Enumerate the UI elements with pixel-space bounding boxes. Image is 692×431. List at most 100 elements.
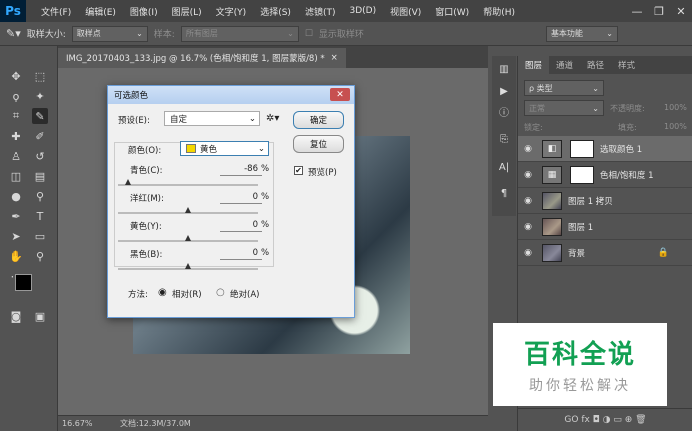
- layer-actions-bar[interactable]: GO fx ◘ ◑ ▭ ⊕ 🗑: [518, 408, 692, 430]
- slider-handle[interactable]: [185, 235, 191, 241]
- minimize-icon[interactable]: —: [626, 0, 648, 22]
- absolute-radio[interactable]: ○: [216, 287, 225, 298]
- shape-tool-icon[interactable]: ▭: [32, 228, 48, 244]
- crop-tool-icon[interactable]: ⌗: [8, 108, 24, 124]
- type-tool-icon[interactable]: T: [32, 208, 48, 224]
- layer-thumb: [542, 217, 562, 236]
- workspace-dropdown[interactable]: 基本功能 ⌄: [545, 25, 618, 42]
- eye-icon[interactable]: ◉: [518, 248, 538, 258]
- path-select-icon[interactable]: ➤: [8, 228, 24, 244]
- layer-row[interactable]: ◉ 图层 1 拷贝: [518, 188, 692, 214]
- menu-type[interactable]: 文字(Y): [209, 5, 254, 18]
- menu-filter[interactable]: 滤镜(T): [298, 5, 343, 18]
- menu-layer[interactable]: 图层(L): [165, 5, 209, 18]
- pen-tool-icon[interactable]: ✒: [8, 208, 24, 224]
- slider-handle[interactable]: [185, 263, 191, 269]
- preview-checkbox[interactable]: ✔: [294, 166, 303, 175]
- quick-mask-icon[interactable]: ◙: [8, 308, 24, 324]
- menu-window[interactable]: 窗口(W): [428, 5, 476, 18]
- slider-handle[interactable]: [124, 179, 131, 185]
- reset-button[interactable]: 复位: [293, 135, 344, 153]
- blend-mode-dropdown[interactable]: 正常 ⌄: [524, 100, 604, 116]
- eye-icon[interactable]: ◉: [518, 170, 538, 180]
- show-ring-checkbox[interactable]: ☐: [305, 29, 313, 39]
- eye-icon[interactable]: ◉: [518, 144, 538, 154]
- zoom-level[interactable]: 16.67%: [58, 419, 110, 428]
- sample-size-dropdown[interactable]: 取样点 ⌄: [71, 25, 148, 42]
- foreground-color-swatch[interactable]: [15, 274, 32, 291]
- layer-filter-dropdown[interactable]: ρ 类型 ⌄: [524, 80, 604, 96]
- menu-file[interactable]: 文件(F): [34, 5, 78, 18]
- tab-styles[interactable]: 样式: [611, 56, 642, 74]
- slider-value[interactable]: -86: [228, 164, 258, 174]
- layer-mask-thumb[interactable]: [570, 165, 594, 184]
- history-brush-icon[interactable]: ↺: [32, 148, 48, 164]
- healing-tool-icon[interactable]: ✚: [8, 128, 24, 144]
- relative-radio[interactable]: ◉: [158, 287, 167, 298]
- clone-source-icon[interactable]: ⎘: [496, 132, 512, 146]
- fill-value[interactable]: 100%: [664, 122, 687, 131]
- lasso-tool-icon[interactable]: ϙ: [8, 88, 24, 104]
- eye-icon[interactable]: ◉: [518, 196, 538, 206]
- history-panel-icon[interactable]: ▥: [496, 62, 512, 76]
- slider-track[interactable]: [118, 207, 258, 214]
- tab-paths[interactable]: 路径: [580, 56, 611, 74]
- eyedropper-tool-icon[interactable]: ✎▾: [6, 27, 21, 40]
- slider-track[interactable]: [118, 179, 258, 186]
- actions-panel-icon[interactable]: ▶: [496, 84, 512, 98]
- move-tool-icon[interactable]: ✥: [8, 68, 24, 84]
- settings-gear-icon[interactable]: ✲▾: [266, 113, 279, 124]
- stamp-tool-icon[interactable]: ♙: [8, 148, 24, 164]
- opacity-value[interactable]: 100%: [664, 103, 687, 112]
- layer-thumb: [542, 243, 562, 262]
- eraser-tool-icon[interactable]: ◫: [8, 168, 24, 184]
- ok-button[interactable]: 确定: [293, 111, 344, 129]
- filter-value: ρ 类型: [529, 83, 553, 93]
- close-tab-icon[interactable]: ×: [331, 53, 338, 63]
- sample-dropdown[interactable]: 所有图层 ⌄: [180, 25, 299, 42]
- screen-mode-icon[interactable]: ▣: [32, 308, 48, 324]
- layer-mask-thumb[interactable]: [570, 139, 594, 158]
- layer-thumb: [542, 191, 562, 210]
- dodge-tool-icon[interactable]: ⚲: [32, 188, 48, 204]
- blur-tool-icon[interactable]: ●: [8, 188, 24, 204]
- layer-row[interactable]: ◉ ▦ 色相/饱和度 1: [518, 162, 692, 188]
- slider-track[interactable]: [118, 235, 258, 242]
- eye-icon[interactable]: ◉: [518, 222, 538, 232]
- menu-image[interactable]: 图像(I): [123, 5, 165, 18]
- marquee-tool-icon[interactable]: ⬚: [32, 68, 48, 84]
- document-tab[interactable]: IMG_20170403_133.jpg @ 16.7% (色相/饱和度 1, …: [58, 48, 346, 68]
- slider-value[interactable]: 0: [228, 248, 258, 258]
- menu-3d[interactable]: 3D(D): [342, 6, 383, 16]
- menu-select[interactable]: 选择(S): [253, 5, 298, 18]
- brush-tool-icon[interactable]: ✐: [32, 128, 48, 144]
- info-panel-icon[interactable]: ⓘ: [496, 104, 512, 119]
- layer-row[interactable]: ◉ 图层 1: [518, 214, 692, 240]
- tab-layers[interactable]: 图层: [518, 56, 550, 74]
- quick-select-tool-icon[interactable]: ✦: [32, 88, 48, 104]
- blend-mode-value: 正常: [529, 103, 545, 113]
- paragraph-panel-icon[interactable]: ¶: [496, 186, 512, 200]
- layer-row[interactable]: ◉ 背景 🔒: [518, 240, 692, 266]
- eyedropper-tool-icon[interactable]: ✎: [32, 108, 48, 124]
- slider-value[interactable]: 0: [228, 192, 258, 202]
- colors-dropdown[interactable]: 黄色 ⌄: [180, 141, 269, 156]
- character-panel-icon[interactable]: A|: [496, 160, 512, 174]
- hand-tool-icon[interactable]: ✋: [8, 248, 24, 264]
- menu-view[interactable]: 视图(V): [383, 5, 428, 18]
- tab-channels[interactable]: 通道: [549, 56, 580, 74]
- menu-edit[interactable]: 编辑(E): [78, 5, 123, 18]
- method-label: 方法:: [128, 290, 148, 300]
- menu-help[interactable]: 帮助(H): [476, 5, 522, 18]
- close-icon[interactable]: ✕: [330, 88, 350, 101]
- slider-track[interactable]: [118, 263, 258, 270]
- slider-value[interactable]: 0: [228, 220, 258, 230]
- layer-row[interactable]: ◉ ◧ 选取颜色 1: [518, 136, 692, 162]
- restore-icon[interactable]: ❐: [648, 0, 670, 22]
- gradient-tool-icon[interactable]: ▤: [32, 168, 48, 184]
- slider-handle[interactable]: [185, 207, 191, 213]
- close-icon[interactable]: ✕: [670, 0, 692, 22]
- zoom-tool-icon[interactable]: ⚲: [32, 248, 48, 264]
- selective-color-dialog: 可选颜色 ✕ 预设(E): 自定 ⌄ ✲▾ 确定 复位 ✔ 预览(P) 颜色(O)…: [107, 85, 355, 318]
- preset-dropdown[interactable]: 自定 ⌄: [164, 111, 260, 126]
